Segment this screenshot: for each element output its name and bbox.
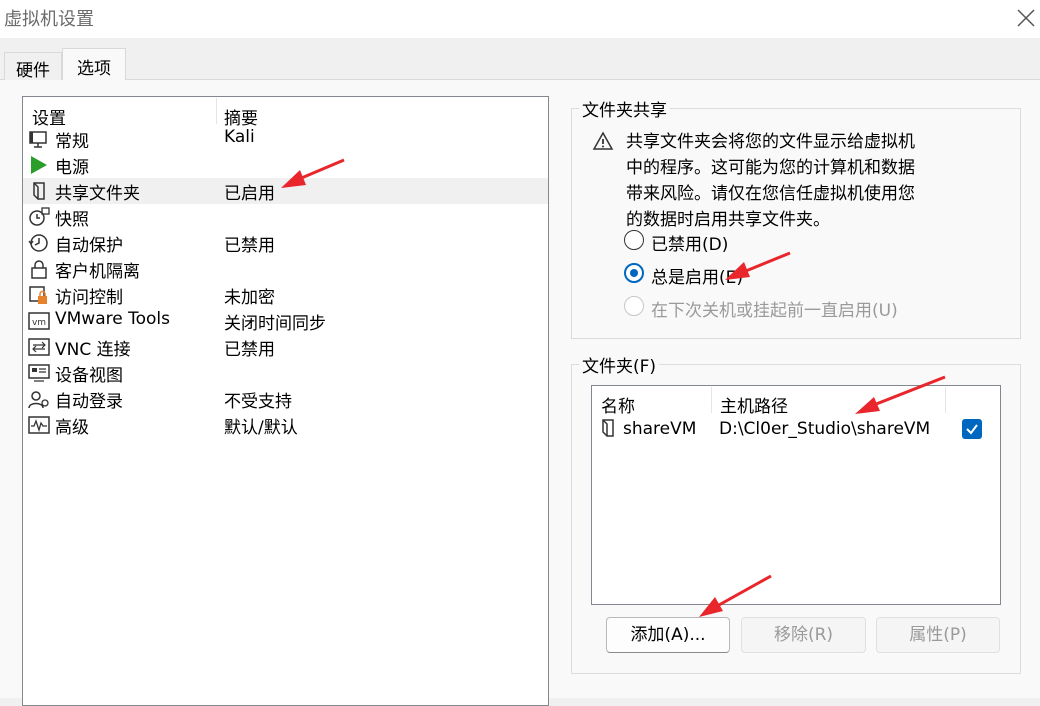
shared-folder-icon [602,419,614,437]
settings-item-autoprotect[interactable]: 自动保护 已禁用 [23,230,548,256]
radio-disabled[interactable] [624,230,644,250]
settings-item-vmware-tools[interactable]: vm VMware Tools 关闭时间同步 [23,308,548,334]
settings-item-power[interactable]: 电源 [23,152,548,178]
close-button[interactable] [1012,4,1040,32]
advanced-waveform-icon [28,416,50,434]
checkmark-icon[interactable] [962,419,982,439]
settings-item-name: 共享文件夹 [55,184,140,204]
warning-text: 共享文件夹会将您的文件显示给虚拟机 中的程序。这可能为您的计算机和数据 带来风险… [626,129,946,233]
device-view-icon [28,364,50,382]
window-title: 虚拟机设置 [4,9,94,30]
warning-line: 中的程序。这可能为您的计算机和数据 [626,158,915,178]
folders-legend: 文件夹(F) [579,352,660,377]
settings-item-name: 快照 [55,210,89,230]
settings-item-vnc[interactable]: VNC 连接 已禁用 [23,334,548,360]
radio-always-enabled[interactable] [624,263,644,283]
settings-item-general[interactable]: 常规 Kali [23,126,548,152]
settings-item-name: 客户机隔离 [55,262,140,282]
folder-sharing-legend: 文件夹共享 [579,96,670,121]
column-divider[interactable] [711,387,712,413]
settings-item-name: 高级 [55,418,89,438]
shared-folder-icon [33,182,45,200]
settings-item-summary: 未加密 [224,288,275,308]
monitor-icon [29,131,47,148]
column-divider[interactable] [945,387,946,413]
settings-item-isolation[interactable]: 客户机隔离 [23,256,548,282]
properties-button[interactable]: 属性(P) [876,617,1000,653]
settings-item-summary: 默认/默认 [224,418,298,438]
warning-icon [592,131,614,150]
radio-until-poweroff[interactable] [624,296,644,316]
tab-options[interactable]: 选项 [62,48,126,80]
radio-until-poweroff-label[interactable]: 在下次关机或挂起前一直启用(U) [651,296,898,321]
settings-item-name: 设备视图 [55,366,123,386]
settings-item-summary: 关闭时间同步 [224,314,326,334]
tab-hardware[interactable]: 硬件 [4,52,62,81]
settings-item-shared-folders[interactable]: 共享文件夹 已启用 [23,178,548,204]
settings-item-name: VNC 连接 [55,340,131,360]
radio-always-enabled-label[interactable]: 总是启用(E) [651,263,743,288]
settings-item-name: 访问控制 [55,288,123,308]
settings-item-summary: 已禁用 [224,340,275,360]
vnc-icon [28,338,50,356]
autologin-icon [28,391,49,409]
remove-button[interactable]: 移除(R) [741,617,866,653]
settings-item-name: 电源 [55,158,89,178]
access-control-icon [29,286,47,304]
folder-enabled-checkbox[interactable] [962,419,982,439]
settings-item-summary: 已禁用 [224,236,275,256]
settings-item-name: 自动登录 [55,392,123,412]
vm-tools-icon: vm [28,312,50,330]
settings-item-access-control[interactable]: 访问控制 未加密 [23,282,548,308]
autoprotect-clock-icon [28,234,48,252]
warning-line: 带来风险。请仅在您信任虚拟机使用您 [626,184,915,204]
snapshot-icon [29,207,50,226]
close-icon[interactable] [1012,4,1040,32]
settings-item-summary: 不受支持 [224,392,292,412]
warning-line: 共享文件夹会将您的文件显示给虚拟机 [626,132,915,152]
settings-item-snapshot[interactable]: 快照 [23,204,548,230]
settings-item-name: 自动保护 [55,236,123,256]
folder-host-path: D:\Cl0er_Studio\shareVM [719,419,931,439]
settings-item-device-view[interactable]: 设备视图 [23,360,548,386]
settings-item-summary: 已启用 [224,184,275,204]
settings-item-name: 常规 [55,132,89,152]
column-divider[interactable] [216,98,217,124]
folder-name: shareVM [623,419,697,439]
svg-text:vm: vm [32,318,46,328]
title-bar: 虚拟机设置 [0,0,1040,38]
add-button[interactable]: 添加(A)... [606,617,730,653]
power-play-icon [31,156,47,174]
settings-item-name: VMware Tools [55,309,170,329]
lock-icon [31,260,47,279]
settings-item-advanced[interactable]: 高级 默认/默认 [23,412,548,438]
radio-disabled-label[interactable]: 已禁用(D) [651,230,728,255]
settings-item-summary: Kali [224,127,255,147]
folder-row[interactable]: shareVM D:\Cl0er_Studio\shareVM [592,414,1000,442]
settings-item-autologin[interactable]: 自动登录 不受支持 [23,386,548,412]
